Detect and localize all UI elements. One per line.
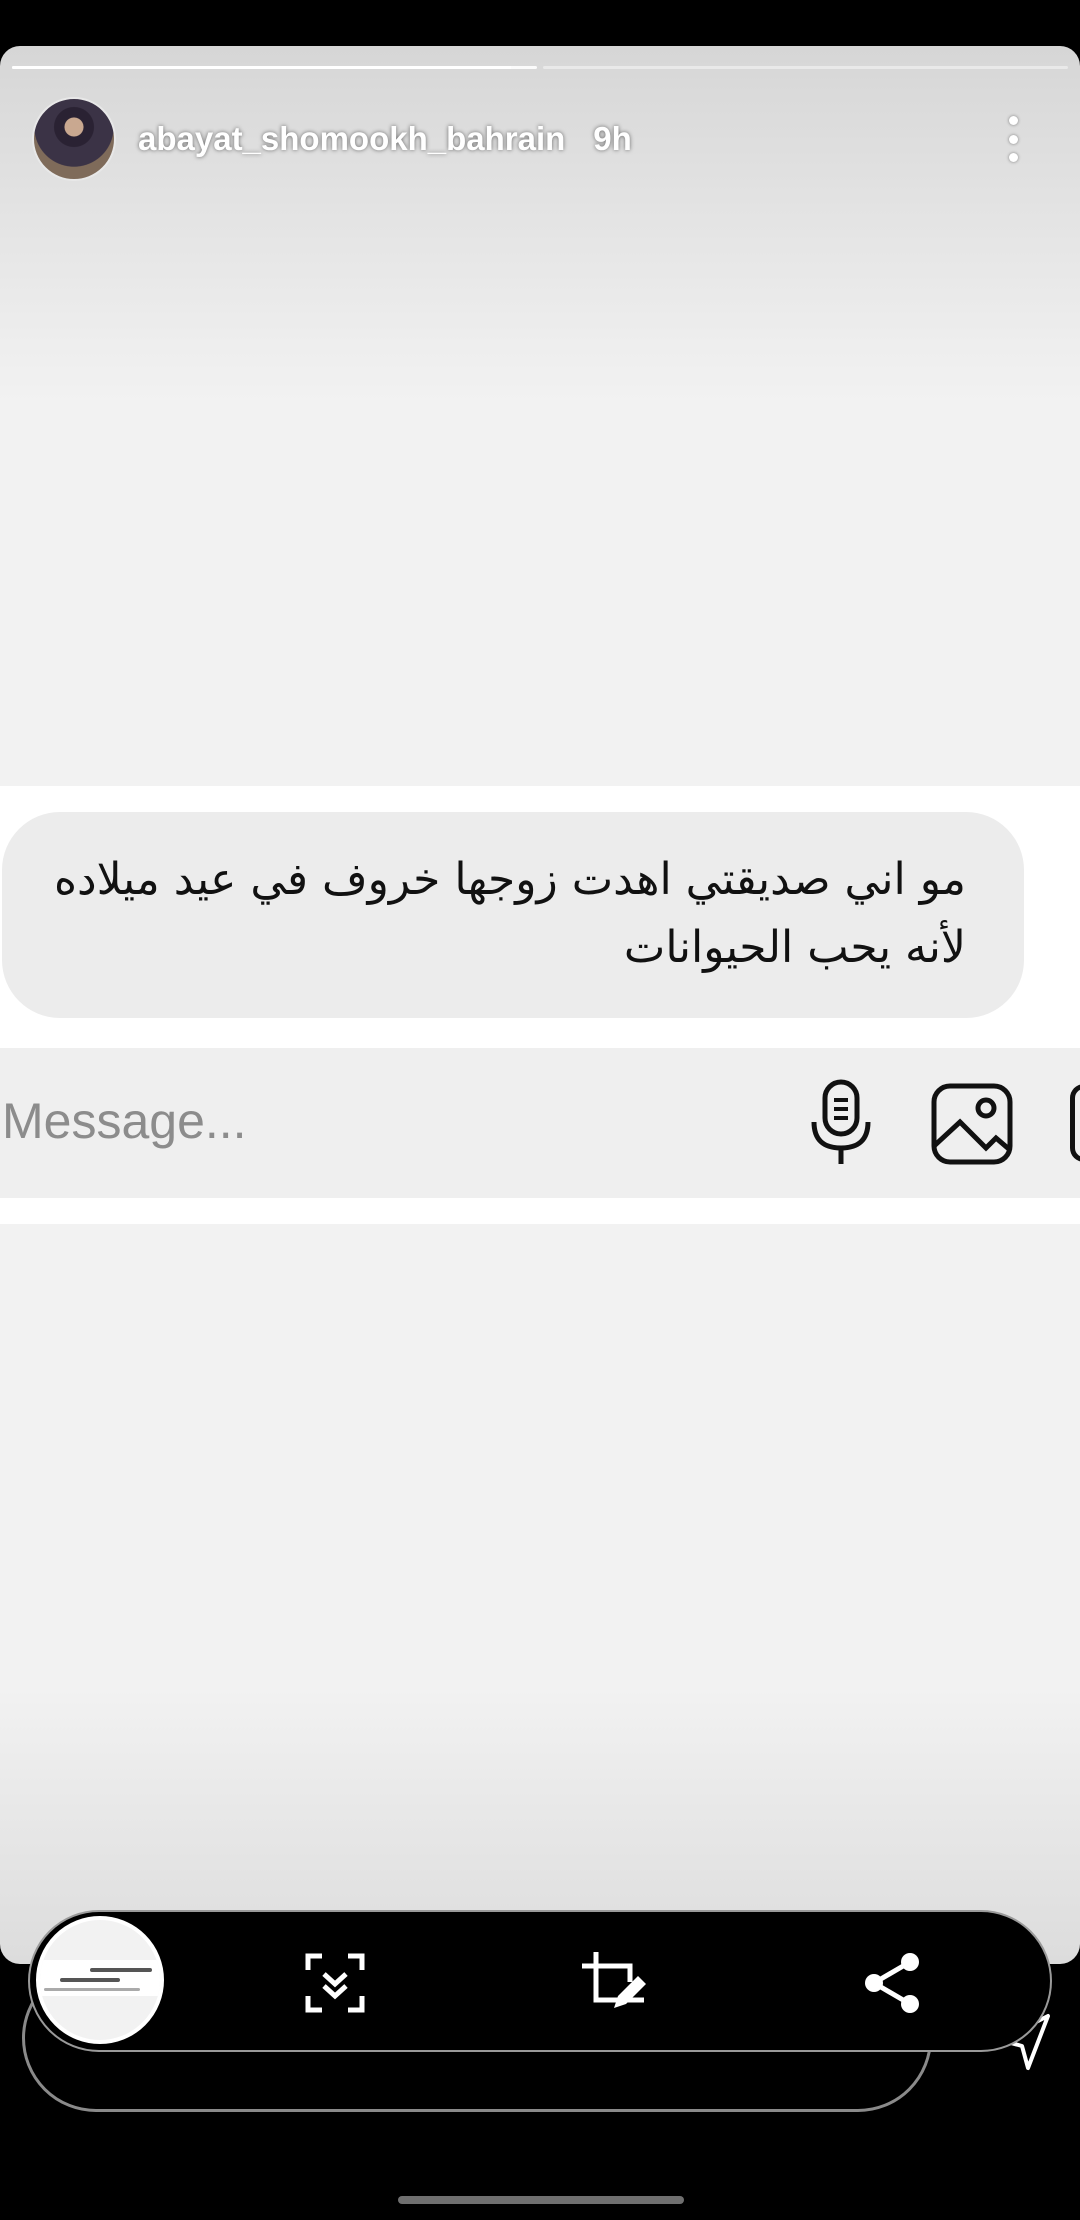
story-username[interactable]: abayat_shomookh_bahrain [138,120,565,158]
story-viewer[interactable]: abayat_shomookh_bahrain 9h مو اني صديقتي… [0,46,1080,1964]
image-icon [931,1083,1013,1165]
progress-fill [12,66,511,69]
progress-segment-1 [12,66,537,69]
progress-segment-2 [543,66,1068,69]
crop-edit-icon[interactable] [578,1948,648,2018]
screenshot-toolbar [28,1910,1052,2052]
thumbnail-text-line [60,1978,120,1982]
thumbnail-text-line [90,1968,152,1972]
shared-screenshot: مو اني صديقتي اهدت زوجها خروف في عيد ميل… [0,786,1080,1224]
scroll-capture-icon[interactable] [300,1948,370,2018]
story-progress-bar [12,66,1068,69]
message-bubble: مو اني صديقتي اهدت زوجها خروف في عيد ميل… [2,812,1024,1018]
screenshot-thumbnail[interactable] [36,1916,164,2044]
home-indicator[interactable] [398,2196,684,2204]
microphone-icon [811,1079,871,1164]
avatar[interactable] [32,97,116,181]
message-input [2,1092,602,1150]
share-icon[interactable] [858,1948,928,2018]
message-composer [0,1048,1080,1198]
sticker-icon [1070,1084,1080,1162]
more-vertical-icon[interactable] [1006,116,1020,162]
story-header: abayat_shomookh_bahrain 9h [32,96,1060,182]
story-time: 9h [593,120,632,157]
thumbnail-composer-line [44,1988,140,1991]
